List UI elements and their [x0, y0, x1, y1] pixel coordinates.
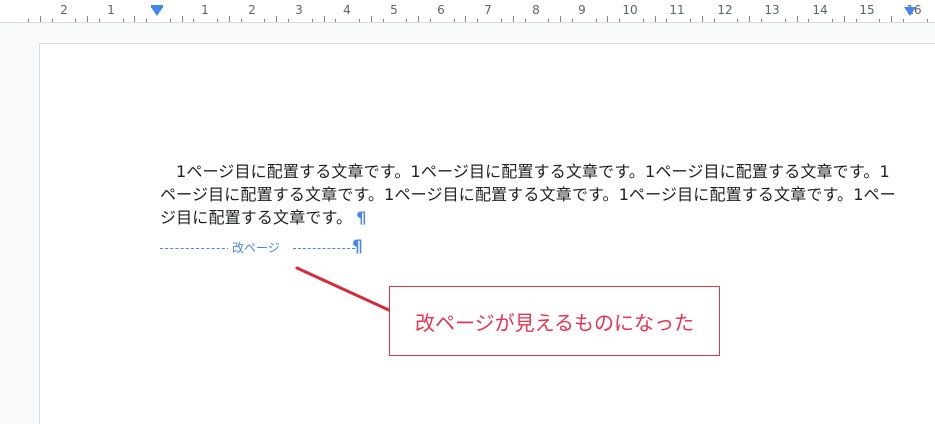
annotation-callout: 改ページが見えるものになった: [389, 286, 720, 356]
annotation-text: 改ページが見えるものになった: [415, 310, 694, 335]
